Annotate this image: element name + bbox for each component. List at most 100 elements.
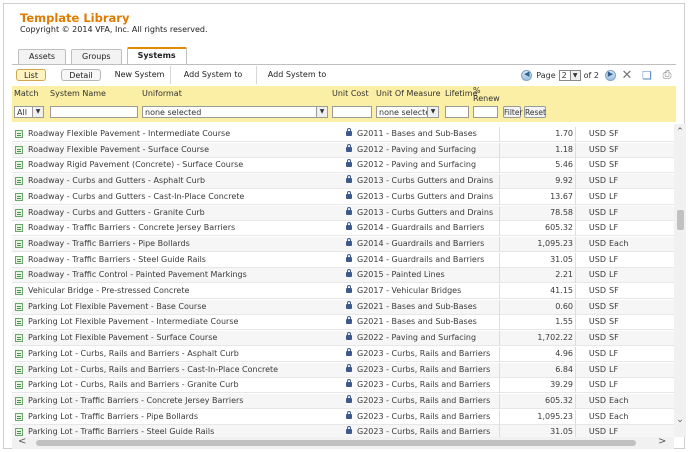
table-row[interactable]: Roadway Rigid Pavement (Concrete) - Surf… xyxy=(12,158,674,174)
system-name-cell[interactable]: Roadway - Traffic Barriers - Steel Guide… xyxy=(28,253,338,268)
system-name-cell[interactable]: Parking Lot - Curbs, Rails and Barriers … xyxy=(28,378,338,393)
table-row[interactable]: Parking Lot Flexible Pavement - Base Cou… xyxy=(12,299,674,315)
horizontal-scroll-thumb[interactable] xyxy=(36,440,636,446)
table-row[interactable]: Parking Lot Flexible Pavement - Surface … xyxy=(12,331,674,347)
lock-icon xyxy=(346,347,352,356)
prev-page-icon[interactable]: ◀ xyxy=(521,69,533,81)
vertical-scroll-thumb[interactable] xyxy=(677,210,684,230)
lock-icon xyxy=(346,175,352,184)
copy-icon[interactable]: ❏ xyxy=(638,69,656,82)
table-row[interactable]: Vehicular Bridge - Pre-stressed Concrete… xyxy=(12,284,674,299)
table-row[interactable]: Parking Lot - Curbs, Rails and Barriers … xyxy=(12,378,674,394)
uniformat-cell: G2017 - Vehicular Bridges xyxy=(357,286,462,295)
system-name-cell[interactable]: Parking Lot Flexible Pavement - Base Cou… xyxy=(28,300,338,315)
renew-input[interactable] xyxy=(473,106,498,118)
tab-groups[interactable]: Groups xyxy=(71,49,122,64)
table-row[interactable]: Parking Lot - Traffic Barriers - Pipe Bo… xyxy=(12,409,674,425)
unit-cell: LF xyxy=(609,270,619,280)
system-name-cell[interactable]: Parking Lot - Curbs, Rails and Barriers … xyxy=(28,363,338,378)
table-row[interactable]: Parking Lot - Curbs, Rails and Barriers … xyxy=(12,362,674,378)
table-row[interactable]: Roadway Flexible Pavement - Surface Cour… xyxy=(12,142,674,158)
system-name-cell[interactable]: Roadway Rigid Pavement (Concrete) - Surf… xyxy=(28,158,338,173)
system-name-cell[interactable]: Roadway - Curbs and Gutters - Cast-In-Pl… xyxy=(28,190,338,205)
scroll-left-icon[interactable]: < xyxy=(18,436,26,447)
unit-cell: Each xyxy=(609,238,629,248)
system-name-cell[interactable]: Roadway Flexible Pavement - Intermediate… xyxy=(28,127,338,142)
system-name-cell[interactable]: Parking Lot Flexible Pavement - Surface … xyxy=(28,331,338,346)
system-name-cell[interactable]: Vehicular Bridge - Pre-stressed Concrete xyxy=(28,284,338,299)
table-row[interactable]: Roadway - Curbs and Gutters - Granite Cu… xyxy=(12,205,674,221)
page-select[interactable]: 2 ▼ xyxy=(558,69,581,81)
add-system-to-asset-button[interactable]: Add System to Asset xyxy=(256,66,337,97)
delete-icon[interactable]: ✕ xyxy=(618,68,636,83)
scroll-up-icon[interactable]: ⌃ xyxy=(674,127,686,137)
unit-of-measure-select[interactable]: none selected ▼ xyxy=(376,106,439,118)
next-page-icon[interactable]: ▶ xyxy=(605,69,616,81)
unit-cost-cell: 2.21 xyxy=(499,268,573,284)
lock-icon xyxy=(346,394,352,403)
scroll-down-icon[interactable]: ⌄ xyxy=(674,415,686,425)
renew-label: Renew xyxy=(473,94,500,103)
scroll-right-icon[interactable]: > xyxy=(658,436,666,447)
table-row[interactable]: Roadway - Traffic Barriers - Concrete Je… xyxy=(12,221,674,237)
tab-systems[interactable]: Systems xyxy=(126,47,187,64)
currency-cell: USD xyxy=(575,315,606,331)
system-name-input[interactable] xyxy=(50,106,138,118)
vertical-scrollbar[interactable]: ⌃ ⌄ xyxy=(674,124,686,437)
system-row-icon xyxy=(15,177,23,186)
print-icon[interactable]: ⎙ xyxy=(658,68,676,82)
table-row[interactable]: Roadway Flexible Pavement - Intermediate… xyxy=(12,127,674,142)
unit-cell: LF xyxy=(609,191,619,201)
system-name-cell[interactable]: Roadway - Curbs and Gutters - Asphalt Cu… xyxy=(28,174,338,189)
system-row-icon xyxy=(15,287,23,295)
lock-icon xyxy=(346,410,352,419)
tab-assets[interactable]: Assets xyxy=(18,49,67,64)
unit-cost-cell: 0.60 xyxy=(499,299,573,315)
lock-icon xyxy=(346,253,352,262)
system-name-cell[interactable]: Roadway Flexible Pavement - Surface Cour… xyxy=(28,143,338,158)
table-row[interactable]: Parking Lot - Traffic Barriers - Concret… xyxy=(12,393,674,409)
add-system-to-group-button[interactable]: Add System to Group xyxy=(170,66,255,97)
unit-cost-cell: 5.46 xyxy=(499,158,573,174)
reset-button[interactable]: Reset xyxy=(524,106,546,118)
unit-cost-cell: 41.15 xyxy=(499,284,573,299)
tab-divider xyxy=(12,64,676,65)
system-name-cell[interactable]: Parking Lot - Traffic Barriers - Steel G… xyxy=(28,425,338,437)
system-name-cell[interactable]: Roadway - Traffic Control - Painted Pave… xyxy=(28,268,338,283)
new-system-button[interactable]: New System xyxy=(112,66,167,84)
match-select[interactable]: All ▼ xyxy=(14,106,44,118)
table-row[interactable]: Parking Lot Flexible Pavement - Intermed… xyxy=(12,315,674,331)
uniformat-cell: G2013 - Curbs Gutters and Drains xyxy=(357,207,494,217)
system-name-cell[interactable]: Roadway - Traffic Barriers - Pipe Bollar… xyxy=(28,237,338,252)
filter-button[interactable]: Filter xyxy=(503,106,523,118)
system-row-icon xyxy=(15,381,23,390)
system-row-icon xyxy=(15,334,23,343)
system-name-cell[interactable]: Parking Lot - Traffic Barriers - Concret… xyxy=(28,394,338,409)
unit-cell: LF xyxy=(609,207,619,217)
table-row[interactable]: Roadway - Curbs and Gutters - Cast-In-Pl… xyxy=(12,189,674,205)
filter-bar: Match System Name Uniformat Unit Cost Un… xyxy=(12,86,676,122)
system-name-cell[interactable]: Parking Lot - Traffic Barriers - Pipe Bo… xyxy=(28,410,338,425)
system-name-cell[interactable]: Parking Lot Flexible Pavement - Intermed… xyxy=(28,315,338,330)
table-row[interactable]: Parking Lot - Curbs, Rails and Barriers … xyxy=(12,346,674,362)
table-row[interactable]: Roadway - Curbs and Gutters - Asphalt Cu… xyxy=(12,174,674,190)
uniformat-select[interactable]: none selected ▼ xyxy=(142,106,328,118)
unit-cost-cell: 1,095.23 xyxy=(499,409,573,425)
uniformat-cell: G2014 - Guardrails and Barriers xyxy=(357,254,485,264)
system-name-cell[interactable]: Roadway - Traffic Barriers - Concrete Je… xyxy=(28,221,338,236)
table-row[interactable]: Roadway - Traffic Control - Painted Pave… xyxy=(12,268,674,284)
list-view-button[interactable]: List xyxy=(16,69,46,81)
detail-view-button[interactable]: Detail xyxy=(61,69,101,81)
system-name-cell[interactable]: Roadway - Curbs and Gutters - Granite Cu… xyxy=(28,206,338,221)
system-row-icon xyxy=(15,239,23,248)
table-row[interactable]: Roadway - Traffic Barriers - Steel Guide… xyxy=(12,252,674,268)
table-row[interactable]: Roadway - Traffic Barriers - Pipe Bollar… xyxy=(12,236,674,252)
lifetime-input[interactable] xyxy=(445,106,469,118)
system-row-icon xyxy=(15,255,23,264)
horizontal-scrollbar[interactable]: < > xyxy=(12,436,674,449)
uniformat-cell: G2012 - Paving and Surfacing xyxy=(357,160,477,170)
uniformat-cell: G2013 - Curbs Gutters and Drains xyxy=(357,176,494,186)
table-row[interactable]: Parking Lot - Traffic Barriers - Steel G… xyxy=(12,425,674,437)
system-name-cell[interactable]: Parking Lot - Curbs, Rails and Barriers … xyxy=(28,347,338,362)
unit-cost-input[interactable] xyxy=(332,106,372,118)
